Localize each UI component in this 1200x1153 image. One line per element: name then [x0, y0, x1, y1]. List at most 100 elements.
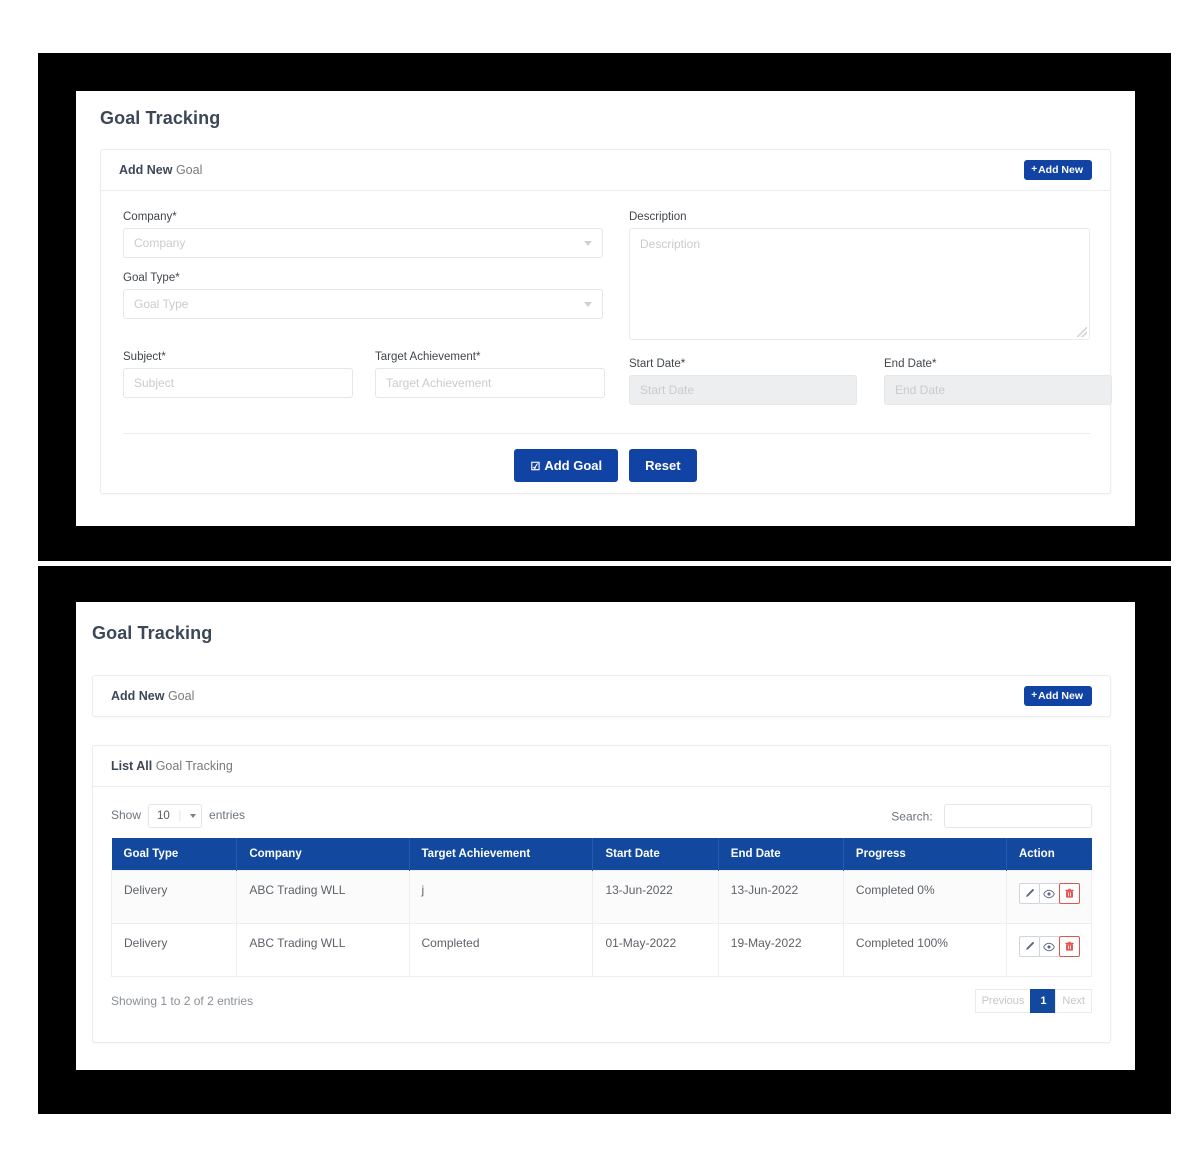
- goal-type-select[interactable]: Goal Type: [123, 289, 603, 319]
- datatable-info: Showing 1 to 2 of 2 entries: [111, 994, 254, 1008]
- company-label: Company*: [123, 211, 177, 223]
- column-target-achievement[interactable]: Target Achievement: [409, 838, 594, 871]
- end-date-input-value: End Date: [895, 383, 946, 397]
- pagination: Previous 1 Next: [974, 989, 1092, 1013]
- row-action-buttons: [1018, 936, 1080, 957]
- start-date-label: Start Date*: [629, 358, 686, 370]
- chevron-down-icon: [584, 240, 592, 246]
- pagination-previous[interactable]: Previous: [974, 989, 1032, 1013]
- table-row: Delivery ABC Trading WLL Completed 01-Ma…: [110, 923, 1093, 977]
- cell-goal-type: Delivery: [110, 923, 238, 977]
- row-action-buttons: [1018, 883, 1080, 904]
- end-date-group: End Date* End Date: [884, 358, 1112, 405]
- reset-button[interactable]: Reset: [629, 449, 697, 482]
- card-header-title-strong: Add New: [119, 163, 173, 177]
- bottom-page-sheet: Goal Tracking Add New Goal +Add New List…: [76, 602, 1135, 1070]
- start-date-group: Start Date* Start Date: [629, 358, 857, 405]
- description-group: Description Description: [629, 211, 1090, 340]
- card-header: Add New Goal +Add New: [93, 676, 1110, 717]
- column-progress[interactable]: Progress: [843, 838, 1007, 871]
- datatable-search-control: Search:: [891, 804, 1092, 828]
- subject-group: Subject* Subject: [123, 351, 353, 398]
- card-header-title: Add New Goal: [119, 163, 202, 177]
- table-header-row: Goal Type Company Target Achievement Sta…: [111, 838, 1092, 871]
- card-header-title-strong: Add New: [111, 689, 165, 703]
- edit-pencil-icon[interactable]: [1018, 883, 1040, 904]
- cell-target-achievement: Completed: [408, 923, 594, 977]
- delete-trash-icon[interactable]: [1058, 936, 1080, 957]
- target-achievement-input[interactable]: Target Achievement: [375, 368, 605, 398]
- table-header: Goal Type Company Target Achievement Sta…: [111, 838, 1092, 871]
- card-header-title-rest: Goal: [172, 163, 203, 177]
- company-select[interactable]: Company: [123, 228, 603, 258]
- column-end-date[interactable]: End Date: [718, 838, 844, 871]
- form-divider: [123, 433, 1090, 434]
- add-new-button-label: Add New: [1038, 163, 1083, 176]
- card-header-title-rest: Goal: [164, 689, 195, 703]
- form-actions: ☑ Add Goal Reset: [101, 449, 1110, 482]
- add-new-goal-card-collapsed: Add New Goal +Add New: [92, 675, 1111, 717]
- card-header: List All Goal Tracking: [93, 746, 1110, 787]
- pagination-next[interactable]: Next: [1055, 989, 1092, 1013]
- cell-company: ABC Trading WLL: [236, 923, 410, 977]
- cell-end-date: 13-Jun-2022: [717, 870, 844, 924]
- top-page-sheet: Goal Tracking Add New Goal +Add New Comp…: [76, 91, 1135, 526]
- plus-icon: +: [1031, 689, 1038, 701]
- plus-icon: +: [1031, 163, 1038, 175]
- chevron-down-icon: [584, 301, 592, 307]
- add-goal-button[interactable]: ☑ Add Goal: [514, 449, 619, 482]
- delete-trash-icon[interactable]: [1058, 883, 1080, 904]
- resize-handle-icon[interactable]: [1077, 327, 1087, 337]
- end-date-input[interactable]: End Date: [884, 375, 1112, 405]
- entries-label: entries: [209, 808, 246, 822]
- view-eye-icon[interactable]: [1038, 883, 1060, 904]
- card-header-title: List All Goal Tracking: [111, 759, 233, 773]
- entries-length-select[interactable]: 10 |: [148, 804, 203, 828]
- datatable-length-control: Show 10 | entries: [111, 804, 245, 828]
- cell-action: [1005, 923, 1093, 977]
- card-header: Add New Goal +Add New: [101, 150, 1110, 191]
- goal-type-label: Goal Type*: [123, 272, 180, 284]
- cell-goal-type: Delivery: [110, 870, 238, 924]
- datatable-wrapper: Show 10 | entries Search: Goal Type Company: [93, 787, 1110, 1013]
- add-new-button[interactable]: +Add New: [1024, 685, 1092, 707]
- table-body: Delivery ABC Trading WLL j 13-Jun-2022 1…: [110, 870, 1093, 977]
- description-textarea[interactable]: Description: [629, 228, 1090, 340]
- target-achievement-label: Target Achievement*: [375, 351, 481, 363]
- add-new-button-label: Add New: [1038, 689, 1083, 702]
- cell-start-date: 01-May-2022: [592, 923, 719, 977]
- datatable-table-container: Goal Type Company Target Achievement Sta…: [93, 828, 1110, 977]
- add-new-goal-card: Add New Goal +Add New Company* Company G…: [100, 149, 1112, 494]
- add-goal-button-label: Add Goal: [544, 458, 603, 473]
- column-start-date[interactable]: Start Date: [592, 838, 719, 871]
- progress-label: Completed 100%: [855, 936, 948, 950]
- search-input[interactable]: [944, 804, 1092, 828]
- goal-type-select-value: Goal Type: [134, 297, 189, 311]
- goal-form: Company* Company Goal Type* Goal Type Su…: [101, 191, 1112, 482]
- view-eye-icon[interactable]: [1038, 936, 1060, 957]
- end-date-label: End Date*: [884, 358, 937, 370]
- entries-length-value: 10: [157, 810, 170, 822]
- subject-input[interactable]: Subject: [123, 368, 353, 398]
- chevron-down-icon: [190, 814, 197, 818]
- pagination-page-1[interactable]: 1: [1030, 989, 1057, 1013]
- description-textarea-value: Description: [640, 237, 701, 251]
- edit-pencil-icon[interactable]: [1018, 936, 1040, 957]
- cell-end-date: 19-May-2022: [717, 923, 844, 977]
- column-goal-type[interactable]: Goal Type: [111, 838, 238, 871]
- table-row: Delivery ABC Trading WLL j 13-Jun-2022 1…: [110, 870, 1093, 924]
- form-left-column: Company* Company Goal Type* Goal Type: [123, 211, 603, 319]
- progress-label: Completed 0%: [855, 883, 935, 897]
- page-title: Goal Tracking: [92, 623, 213, 643]
- start-date-input[interactable]: Start Date: [629, 375, 857, 405]
- subject-label: Subject*: [123, 351, 166, 363]
- search-label: Search:: [891, 809, 933, 824]
- list-all-goal-tracking-card: List All Goal Tracking Show 10 | entries Se…: [92, 745, 1111, 1043]
- start-date-input-value: Start Date: [640, 383, 695, 397]
- column-company[interactable]: Company: [236, 838, 410, 871]
- subject-input-value: Subject: [134, 376, 175, 390]
- add-new-button[interactable]: +Add New: [1024, 159, 1092, 181]
- goal-tracking-table: Goal Type Company Target Achievement Sta…: [110, 838, 1093, 977]
- card-header-title-rest: Goal Tracking: [152, 759, 233, 773]
- column-action[interactable]: Action: [1006, 838, 1092, 871]
